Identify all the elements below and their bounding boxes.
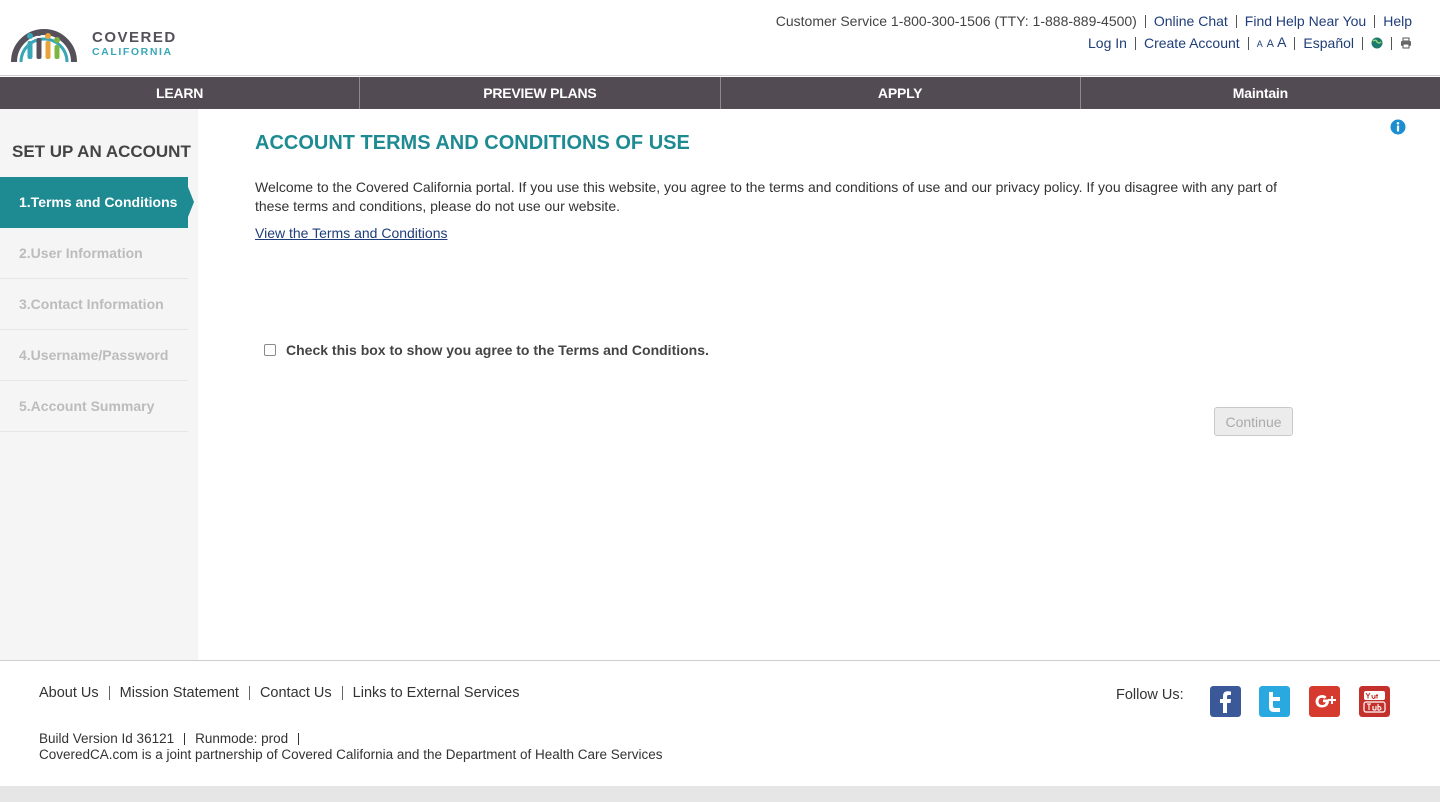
online-chat-link[interactable]: Online Chat xyxy=(1154,13,1228,29)
welcome-text: Welcome to the Covered California portal… xyxy=(255,179,1278,214)
runmode: Runmode: prod xyxy=(195,731,289,746)
divider xyxy=(108,686,110,700)
continue-button[interactable]: Continue xyxy=(1214,407,1293,436)
bottom-bar xyxy=(0,786,1440,802)
google-plus-icon[interactable] xyxy=(1309,686,1340,717)
divider xyxy=(1294,36,1296,50)
logo-line-2: CALIFORNIA xyxy=(92,46,173,58)
font-size-medium[interactable]: A xyxy=(1267,38,1274,50)
globe-icon[interactable] xyxy=(1371,37,1383,49)
account-setup-sidebar: SET UP AN ACCOUNT 1.Terms and Conditions… xyxy=(0,109,198,660)
divider xyxy=(184,732,186,745)
info-icon[interactable] xyxy=(1390,119,1406,135)
nav-apply[interactable]: APPLY xyxy=(721,77,1081,109)
step-username-password: 4.Username/Password xyxy=(0,330,188,381)
footer: About Us Mission Statement Contact Us Li… xyxy=(0,660,1440,786)
divider xyxy=(1362,36,1363,50)
youtube-icon[interactable] xyxy=(1359,686,1390,717)
step-account-summary: 5.Account Summary xyxy=(0,381,188,432)
step-user-information: 2.User Information xyxy=(0,228,188,279)
covered-california-logo[interactable]: COVERED CALIFORNIA xyxy=(8,6,178,68)
divider xyxy=(1247,36,1249,50)
divider xyxy=(341,686,343,700)
page-title: ACCOUNT TERMS AND CONDITIONS OF USE xyxy=(255,132,690,154)
divider xyxy=(1374,14,1376,28)
about-us-link[interactable]: About Us xyxy=(39,685,99,701)
create-account-link[interactable]: Create Account xyxy=(1144,35,1240,51)
agree-checkbox[interactable] xyxy=(264,344,276,356)
divider xyxy=(248,686,250,700)
find-help-link[interactable]: Find Help Near You xyxy=(1245,13,1366,29)
facebook-icon[interactable] xyxy=(1210,686,1241,717)
agree-row: Check this box to show you agree to the … xyxy=(264,342,709,358)
step-terms-and-conditions[interactable]: 1.Terms and Conditions xyxy=(0,177,188,228)
logo-icon xyxy=(11,29,77,63)
divider xyxy=(1144,14,1146,28)
font-size-small[interactable]: A xyxy=(1257,39,1263,49)
divider xyxy=(1235,14,1237,28)
nav-learn[interactable]: LEARN xyxy=(0,77,361,109)
nav-maintain[interactable]: Maintain xyxy=(1081,77,1440,109)
logo-line-1: COVERED xyxy=(92,29,177,46)
step-contact-information: 3.Contact Information xyxy=(0,279,188,330)
sidebar-title: SET UP AN ACCOUNT xyxy=(12,142,191,161)
espanol-link[interactable]: Español xyxy=(1303,35,1354,51)
font-size-controls: A A A xyxy=(1257,34,1287,52)
help-link[interactable]: Help xyxy=(1383,13,1412,29)
font-size-large[interactable]: A xyxy=(1277,34,1286,50)
divider xyxy=(1391,36,1392,50)
external-services-link[interactable]: Links to External Services xyxy=(353,685,520,701)
divider xyxy=(298,732,300,745)
utility-links: Customer Service 1-800-300-1506 (TTY: 1-… xyxy=(776,13,1412,51)
nav-preview-plans[interactable]: PREVIEW PLANS xyxy=(360,77,721,109)
customer-service-text: Customer Service 1-800-300-1506 (TTY: 1-… xyxy=(775,13,1137,29)
divider xyxy=(1134,36,1136,50)
partnership-text: CoveredCA.com is a joint partnership of … xyxy=(39,747,663,762)
follow-us-label: Follow Us: xyxy=(1116,687,1184,703)
log-in-link[interactable]: Log In xyxy=(1088,35,1127,51)
agree-label[interactable]: Check this box to show you agree to the … xyxy=(286,342,709,358)
active-step-arrow xyxy=(184,177,194,227)
twitter-icon[interactable] xyxy=(1259,686,1290,717)
build-info: Build Version Id 36121 Runmode: prod xyxy=(39,731,309,746)
print-icon[interactable] xyxy=(1400,37,1412,49)
mission-statement-link[interactable]: Mission Statement xyxy=(120,685,239,701)
header: COVERED CALIFORNIA Customer Service 1-80… xyxy=(0,0,1440,76)
contact-us-link[interactable]: Contact Us xyxy=(260,685,332,701)
logo-text: COVERED CALIFORNIA xyxy=(92,29,177,59)
build-version: Build Version Id 36121 xyxy=(39,731,175,746)
footer-links: About Us Mission Statement Contact Us Li… xyxy=(39,685,520,701)
main-nav: LEARN PREVIEW PLANS APPLY Maintain xyxy=(0,77,1440,109)
view-terms-link[interactable]: View the Terms and Conditions xyxy=(255,225,447,241)
